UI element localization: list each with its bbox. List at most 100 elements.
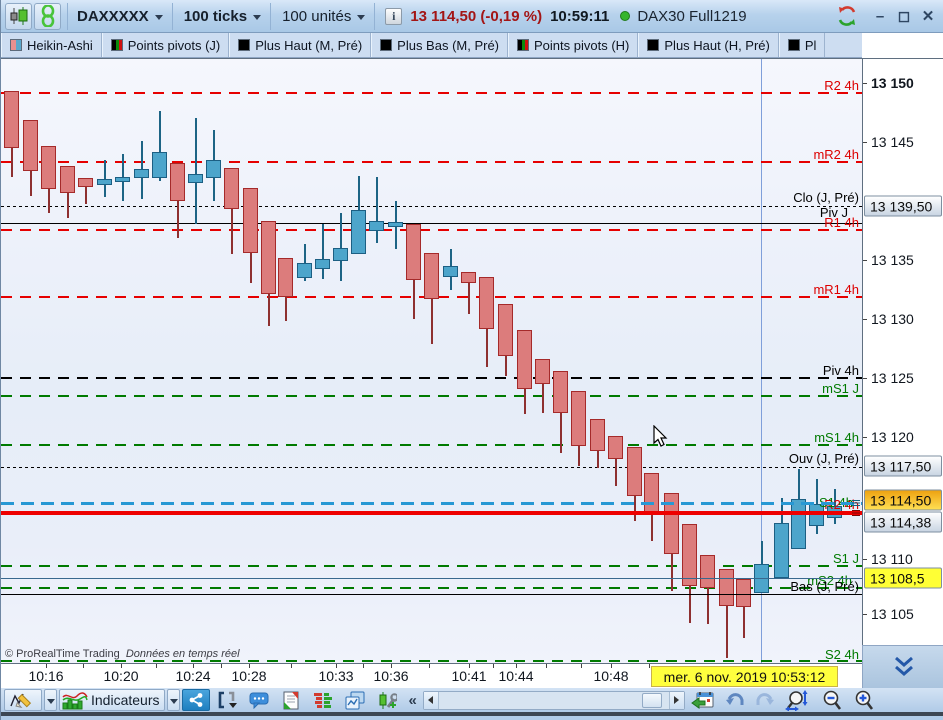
candle-body-down: [170, 163, 185, 201]
candle-body-down: [608, 436, 623, 459]
legend-item-points-pivots-h-[interactable]: Points pivots (H): [508, 33, 639, 57]
current-price-box[interactable]: 13 114,50: [864, 489, 942, 511]
legend-item-plus-haut-m-pr-[interactable]: Plus Haut (M, Pré): [229, 33, 372, 57]
scroll-right-button[interactable]: [668, 691, 684, 709]
legend-item-label: Plus Haut (H, Pré): [664, 37, 770, 53]
minimize-button[interactable]: –: [869, 8, 891, 25]
candle-body-up: [388, 222, 403, 227]
scroll-left-button[interactable]: [423, 691, 439, 709]
hline-level-13114.5[interactable]: [1, 502, 862, 505]
hline-s2-4h[interactable]: [1, 660, 862, 662]
zoom-in-button[interactable]: [849, 689, 879, 711]
time-tick: [516, 664, 517, 668]
undo-button[interactable]: [721, 689, 749, 711]
hline-piv-j[interactable]: [1, 223, 862, 224]
hline-clo-j-pr-[interactable]: [1, 206, 862, 207]
chat-button[interactable]: [244, 689, 274, 711]
candle-body-down: [41, 146, 56, 189]
indicators-button[interactable]: Indicateurs: [59, 689, 166, 711]
hline-mr2-4h[interactable]: [1, 161, 862, 163]
indicator-legend-bar: Heikin-Ashi Points pivots (J) Plus Haut (M…: [1, 33, 862, 58]
go-to-date-button[interactable]: [687, 689, 719, 711]
candle-body-up: [297, 263, 312, 278]
time-axis[interactable]: 10:16 10:20 10:24 10:28 10:33 10:36 10:41 10:44…: [1, 663, 862, 688]
time-label: 10:33: [318, 668, 354, 684]
hline-level-13108.5[interactable]: [1, 578, 862, 579]
price-label: 13 110: [871, 551, 913, 567]
trading-settings-button[interactable]: [372, 689, 402, 711]
black-color-chip-icon: [380, 39, 393, 51]
hline-r1-4h[interactable]: [1, 229, 862, 231]
mouse-cursor: [653, 425, 668, 447]
draw-tools-dropdown[interactable]: [44, 689, 57, 711]
time-minor-tick: [221, 664, 222, 668]
close-button[interactable]: ✕: [917, 7, 939, 25]
zoom-fit-button[interactable]: [781, 689, 815, 711]
units-value: 100 unités: [282, 7, 352, 25]
share-button[interactable]: [182, 689, 211, 711]
candle-body-down: [535, 359, 550, 384]
chart-horizontal-scrollbar[interactable]: [422, 690, 685, 710]
price-chart[interactable]: © ProRealTime Trading Données en temps r…: [1, 58, 862, 663]
candlestick-style-icon: [10, 7, 27, 25]
candle-body-up: [152, 152, 167, 178]
candle-body-up: [315, 259, 330, 269]
scrollbar-thumb[interactable]: [641, 692, 662, 708]
timeframe-selector[interactable]: 100 ticks: [175, 2, 272, 30]
level-price-box[interactable]: 13 117,50: [864, 455, 942, 477]
draw-tools-button[interactable]: [4, 689, 42, 711]
brackets-icon: [219, 691, 238, 709]
candle-body-down: [224, 168, 239, 209]
collapse-panel-button[interactable]: [862, 645, 943, 688]
legend-row: Heikin-Ashi Points pivots (J) Plus Haut (M…: [1, 33, 943, 58]
hline-ms1-4h[interactable]: [1, 444, 862, 446]
candle-body-down: [644, 473, 659, 514]
price-axis[interactable]: 13 150 13 145 13 135 13 130 13 125 13 120 13 1…: [862, 58, 943, 645]
price-label: 13 145: [871, 134, 914, 150]
legend-item-heikin-ashi[interactable]: Heikin-Ashi: [1, 33, 102, 57]
link-windows-button[interactable]: [34, 2, 61, 30]
line-label-r1-4h: R1 4h: [824, 215, 859, 230]
collapse-toolbar-button[interactable]: «: [404, 692, 420, 709]
hline-s1-j[interactable]: [1, 565, 862, 567]
price-tick: [863, 83, 867, 84]
candle-body-up: [188, 174, 203, 183]
hline-ms1-j[interactable]: [1, 395, 862, 397]
line-drag-handle[interactable]: [852, 510, 860, 516]
hline-bas-j-pr-[interactable]: [1, 594, 862, 595]
candle-body-down: [571, 391, 586, 446]
hline-r2-4h[interactable]: [1, 511, 862, 515]
legend-item-plus-bas-m-pr-[interactable]: Plus Bas (M, Pré): [371, 33, 509, 57]
time-tick: [469, 664, 470, 668]
duplicate-chart-button[interactable]: [340, 689, 370, 711]
hline-ouv-j-pr-[interactable]: [1, 467, 862, 468]
news-button[interactable]: [276, 689, 306, 711]
units-selector[interactable]: 100 unités: [273, 2, 376, 30]
price-tick: [863, 559, 867, 560]
level-price-box[interactable]: 13 114,38: [864, 511, 942, 533]
maximize-button[interactable]: ◻: [893, 7, 915, 25]
info-icon[interactable]: i: [385, 7, 403, 25]
chart-style-button[interactable]: [5, 2, 32, 30]
hline-r2-4h[interactable]: [1, 92, 862, 94]
legend-item-plus-haut-h-pr-[interactable]: Plus Haut (H, Pré): [638, 33, 779, 57]
level-price-box[interactable]: 13 139,50: [864, 195, 942, 217]
candle-body-up: [791, 499, 806, 549]
price-tick: [863, 378, 867, 379]
zoom-out-button[interactable]: [817, 689, 847, 711]
instrument-selector[interactable]: DAXXXXX: [67, 2, 173, 30]
legend-item-points-pivots-j-[interactable]: Points pivots (J): [101, 33, 230, 57]
line-drag-handle[interactable]: [852, 500, 860, 506]
candle-body-up: [134, 169, 149, 178]
candle-wick: [376, 177, 378, 243]
legend-item-pl[interactable]: Pl: [778, 33, 826, 57]
alert-price-box[interactable]: 13 108,5: [864, 567, 942, 589]
price-tick: [863, 614, 867, 615]
hline-piv-4h[interactable]: [1, 377, 862, 379]
redo-button[interactable]: [751, 689, 779, 711]
indicators-label: Indicateurs: [91, 692, 160, 708]
order-book-button[interactable]: [308, 689, 338, 711]
indicators-dropdown[interactable]: [167, 689, 181, 711]
refresh-icon[interactable]: [835, 4, 859, 28]
detach-window-button[interactable]: [212, 689, 242, 711]
